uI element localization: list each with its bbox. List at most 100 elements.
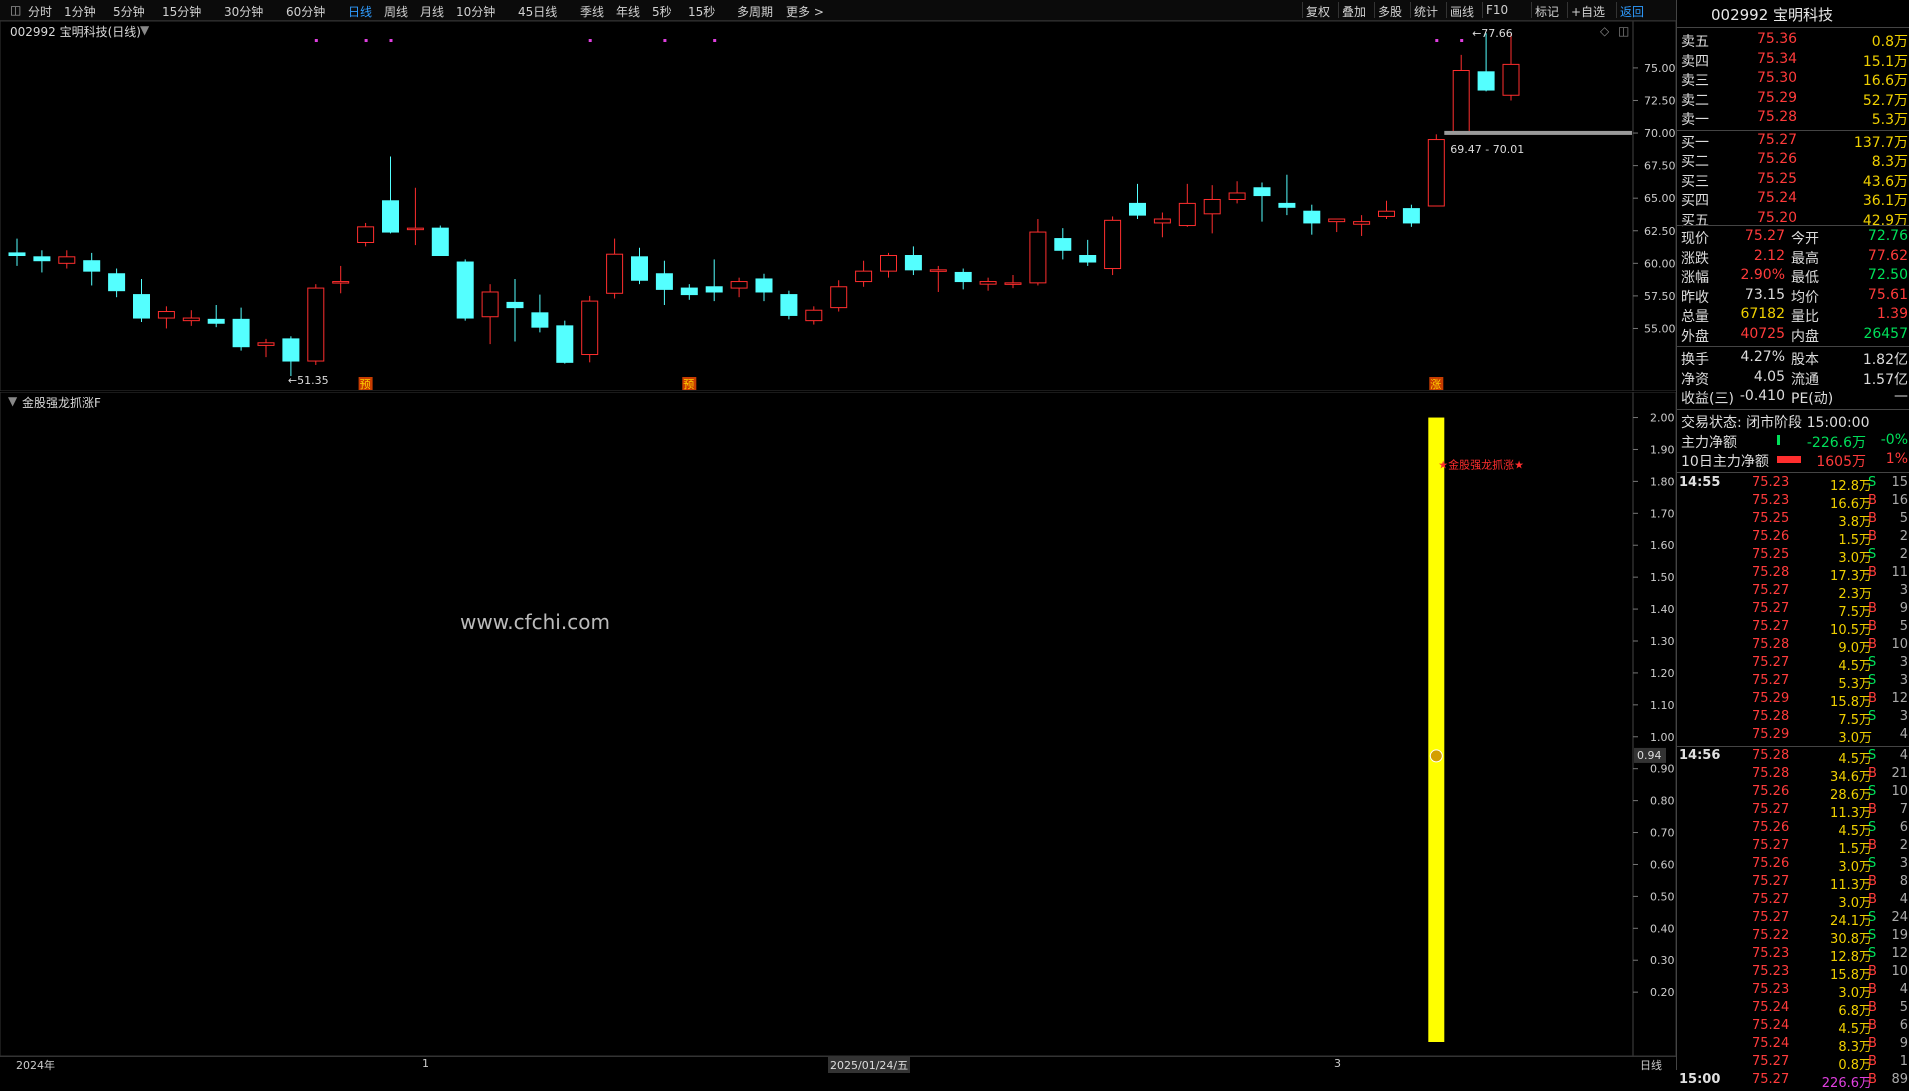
stat-row: 现价 75.27 今开 72.76 [1677, 228, 1909, 247]
orderbook-row[interactable]: 卖二 75.29 52.7万 [1677, 90, 1909, 109]
tab-9[interactable]: 10分钟 [456, 3, 495, 20]
tick-count: 9 [1899, 1035, 1908, 1051]
tick-side: S [1868, 927, 1877, 943]
tick-volume: 17.3万 [1830, 568, 1872, 584]
stat-label-2: 均价 [1791, 289, 1819, 306]
period-label[interactable]: 日线 [1640, 1057, 1662, 1073]
ind-tick-label-5: 1.50 [1650, 571, 1675, 584]
tick-volume: 3.8万 [1838, 514, 1872, 530]
candle-15 [382, 156, 399, 234]
tab-6[interactable]: 日线 [348, 3, 372, 20]
orderbook-row[interactable]: 买二 75.26 8.3万 [1677, 151, 1909, 170]
candle-body [1303, 210, 1321, 224]
candle-body [307, 287, 325, 362]
stat-value-1: 67182 [1740, 306, 1785, 322]
main-net-row: 主力净额 -226.6万 -0% [1677, 432, 1909, 451]
tab-1[interactable]: 1分钟 [64, 3, 96, 20]
orderbook-row[interactable]: 卖四 75.34 15.1万 [1677, 51, 1909, 70]
tick-count: 19 [1891, 927, 1908, 943]
candle-32 [805, 306, 823, 325]
candle-body [133, 294, 150, 319]
toolbar-0[interactable]: 复权 [1306, 3, 1330, 20]
tab-3[interactable]: 15分钟 [162, 3, 201, 20]
candle-body [755, 278, 773, 293]
tick-row: 75.26 4.5万 S 6 [1677, 820, 1909, 839]
toolbar-1[interactable]: 叠加 [1342, 3, 1366, 20]
tab-4[interactable]: 30分钟 [224, 3, 263, 20]
main-net10-label: 10日主力净额 [1681, 454, 1769, 470]
tab-7[interactable]: 周线 [384, 3, 408, 20]
tick-volume: 12.8万 [1830, 949, 1872, 965]
candle-6 [157, 306, 175, 329]
tick-side: S [1868, 747, 1877, 763]
tick-side: B [1868, 564, 1877, 580]
tick-side: S [1868, 945, 1877, 961]
tick-row: 75.23 15.8万 B 10 [1677, 964, 1909, 983]
tab-15[interactable]: 多周期 [737, 3, 773, 20]
tick-price: 75.24 [1752, 999, 1790, 1015]
tab-10[interactable]: 45日线 [518, 3, 557, 20]
stat-label-2: 最低 [1791, 270, 1819, 286]
tick-side: B [1868, 528, 1877, 544]
candle-body [655, 273, 673, 290]
signal-dot-5 [713, 39, 717, 42]
tick-side: B [1868, 837, 1877, 853]
candle-28 [705, 259, 723, 302]
tab-16[interactable]: 更多 > [786, 3, 824, 20]
tab-11[interactable]: 季线 [580, 3, 604, 20]
toolbar-2[interactable]: 多股 [1378, 3, 1402, 20]
tick-side: B [1868, 492, 1877, 508]
candle-57 [1427, 134, 1445, 207]
signal-dot-4 [663, 39, 667, 42]
tick-side: B [1868, 618, 1877, 634]
candle-24 [606, 238, 624, 299]
window-icon[interactable]: ◫ [10, 3, 21, 17]
orderbook-label: 买三 [1681, 173, 1709, 190]
toolbar-3[interactable]: 统计 [1414, 3, 1438, 20]
tick-price: 75.25 [1752, 510, 1790, 526]
toolbar-7[interactable]: +自选 [1571, 3, 1605, 20]
tab-14[interactable]: 15秒 [688, 3, 715, 20]
tab-8[interactable]: 月线 [420, 3, 444, 20]
candle-body [207, 318, 225, 324]
main-candlestick-panel[interactable]: 002992 宝明科技(日线) ▼ 75.00 72.50 70.00 67.50 65… [0, 21, 1676, 391]
tick-side: S [1868, 783, 1877, 799]
candle-17 [431, 225, 449, 257]
tick-count: 10 [1891, 963, 1908, 979]
ind-panel-border [0, 392, 1676, 1056]
stat-row: 外盘 40725 内盘 26457 [1677, 326, 1909, 345]
orderbook-row[interactable]: 卖五 75.36 0.8万 [1677, 31, 1909, 50]
candle-46 [1153, 212, 1171, 238]
tick-row: 75.28 34.6万 B 21 [1677, 766, 1909, 785]
toolbar-5[interactable]: F10 [1486, 3, 1508, 17]
tab-2[interactable]: 5分钟 [113, 3, 145, 20]
toolbar-separator [1531, 2, 1532, 18]
tab-5[interactable]: 60分钟 [286, 3, 325, 20]
candle-body [855, 270, 873, 283]
toolbar-6[interactable]: 标记 [1535, 3, 1559, 20]
tick-count: 8 [1899, 873, 1908, 889]
orderbook-row[interactable]: 买一 75.27 137.7万 [1677, 132, 1909, 151]
tick-count: 1 [1899, 1053, 1908, 1069]
orderbook-row[interactable]: 买三 75.25 43.6万 [1677, 171, 1909, 190]
tab-0[interactable]: 分时 [28, 3, 52, 20]
orderbook-row[interactable]: 卖三 75.30 16.6万 [1677, 70, 1909, 89]
tab-13[interactable]: 5秒 [652, 3, 672, 20]
orderbook-row[interactable]: 卖一 75.28 5.3万 [1677, 109, 1909, 128]
tab-12[interactable]: 年线 [616, 3, 640, 20]
stat2-label-1: 收益(三) [1681, 391, 1734, 407]
tick-count: 7 [1899, 801, 1908, 817]
orderbook-volume: 137.7万 [1853, 134, 1908, 151]
tick-time: 15:00 [1679, 1071, 1721, 1087]
stat-label-1: 总量 [1681, 309, 1709, 325]
tick-volume: 3.0万 [1838, 859, 1872, 875]
tick-price: 75.29 [1752, 726, 1790, 742]
indicator-panel[interactable]: ▼ 金股强龙抓涨F www.cfchi.com 2.00 1.90 1.80 1.70… [0, 392, 1676, 1056]
orderbook-label: 卖四 [1681, 53, 1709, 70]
orderbook-row[interactable]: 买四 75.24 36.1万 [1677, 190, 1909, 209]
tick-row: 75.27 3.0万 B 4 [1677, 892, 1909, 911]
tick-volume: 28.6万 [1830, 787, 1872, 803]
toolbar-8[interactable]: 返回 [1620, 3, 1644, 20]
toolbar-4[interactable]: 画线 [1450, 3, 1474, 20]
stat2-label-1: 换手 [1681, 352, 1709, 368]
